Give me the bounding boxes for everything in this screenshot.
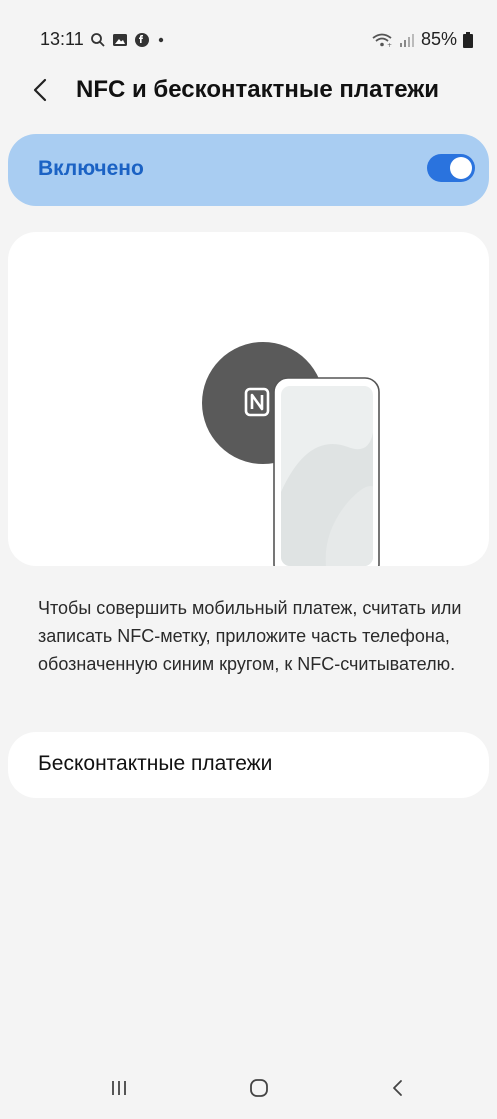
svg-text:+: +	[387, 42, 392, 48]
home-icon[interactable]	[234, 1070, 284, 1106]
back-arrow-icon[interactable]	[30, 77, 52, 103]
switch-knob	[450, 157, 472, 179]
status-right: + 85%	[371, 29, 473, 50]
page-title: NFC и бесконтактные платежи	[76, 76, 439, 103]
recent-apps-icon[interactable]	[94, 1070, 144, 1106]
nfc-description: Чтобы совершить мобильный платеж, считат…	[38, 598, 462, 674]
battery-percent: 85%	[420, 29, 457, 49]
nfc-switch[interactable]	[427, 154, 475, 182]
search-icon	[90, 32, 106, 48]
status-left: 13:11	[40, 29, 166, 50]
toggle-label: Включено	[38, 157, 144, 180]
wifi-icon: +	[371, 32, 393, 48]
dot-icon	[156, 35, 166, 45]
contactless-payments-label: Бесконтактные платежи	[38, 752, 273, 775]
illustration-card	[8, 232, 489, 566]
nfc-illustration	[202, 342, 380, 566]
back-icon[interactable]	[373, 1070, 423, 1106]
battery-icon	[463, 31, 473, 48]
status-time: 13:11	[40, 29, 84, 49]
navigation-bar	[0, 1060, 497, 1119]
messenger-icon	[134, 32, 150, 48]
nfc-toggle-row[interactable]: Включено	[8, 134, 489, 206]
contactless-payments-item[interactable]: Бесконтактные платежи	[8, 732, 489, 798]
gallery-icon	[112, 33, 128, 47]
signal-icon	[399, 32, 415, 48]
header: NFC и бесконтактные платежи	[0, 64, 497, 114]
